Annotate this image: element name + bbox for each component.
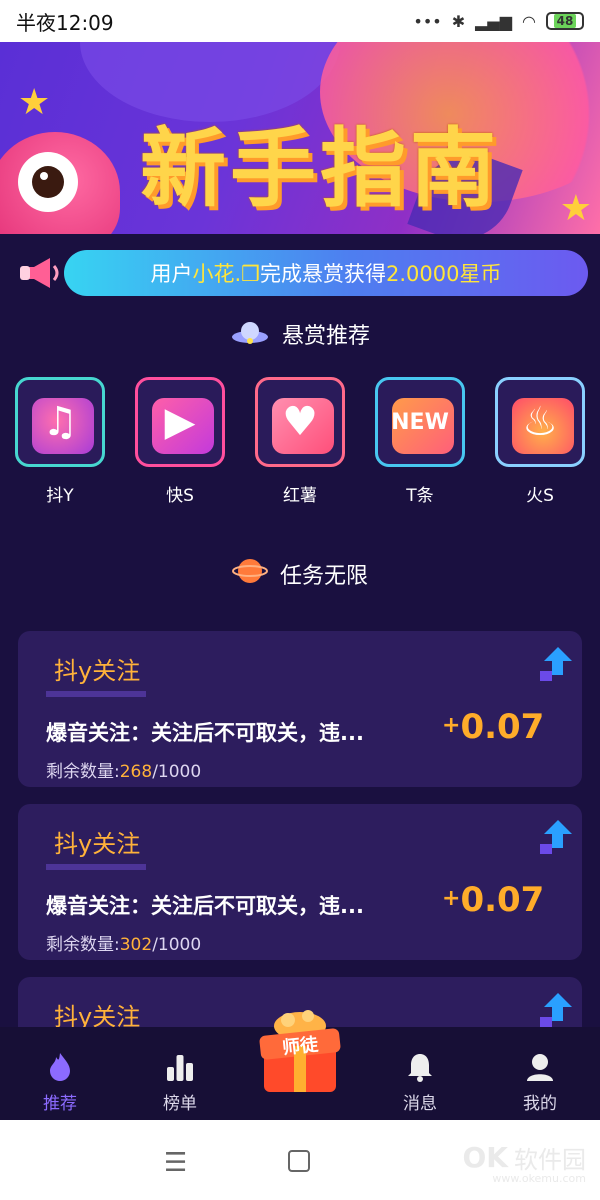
- bluetooth-icon: ✱: [451, 11, 466, 31]
- ufo-icon: [230, 311, 270, 357]
- task-remaining: 剩余数量:302/1000: [46, 935, 202, 955]
- tab-label: 榜单: [163, 1094, 197, 1114]
- task-reward: +0.07: [442, 880, 545, 920]
- new-badge-icon: NEW: [391, 409, 449, 435]
- task-remaining: 剩余数量:268/1000: [46, 762, 202, 782]
- battery-icon: 48: [546, 12, 584, 30]
- app-huoshan[interactable]: ♨ 火S: [495, 377, 585, 506]
- heart-book-icon: ♥: [282, 399, 318, 445]
- arrow-up-icon[interactable]: [536, 818, 574, 856]
- task-tag: 抖y关注: [54, 830, 141, 858]
- flame-icon: [44, 1051, 76, 1083]
- flame-icon: ♨: [522, 399, 558, 445]
- watermark-logo: OK 软件园 www.okemu.com: [462, 1140, 587, 1185]
- task-tag-underline: [46, 691, 146, 697]
- app-tile[interactable]: NEW: [375, 377, 465, 467]
- bell-icon: [404, 1051, 436, 1083]
- status-icons: ••• ✱ ▂▄▆ ◠ 48: [413, 12, 584, 31]
- notice-text: 用户 小花.❒ 完成悬赏获得 2.0000星币: [64, 250, 588, 296]
- tab-messages[interactable]: 消息: [380, 1027, 460, 1120]
- tab-label: 我的: [523, 1094, 557, 1114]
- app-douyin[interactable]: ♫ 抖Y: [15, 377, 105, 506]
- app-label: 火S: [526, 486, 554, 506]
- task-card[interactable]: 抖y关注 爆音关注：关注后不可取关，违... +0.07 剩余数量:302/10…: [18, 804, 582, 960]
- reward-notice: 用户 小花.❒ 完成悬赏获得 2.0000星币: [18, 250, 588, 296]
- signal-icon: ▂▄▆: [475, 11, 513, 31]
- section-tasks-header: 任务无限: [0, 552, 600, 596]
- tab-label: 推荐: [43, 1094, 77, 1114]
- app-kuaishou[interactable]: ▶ 快S: [135, 377, 225, 506]
- watermark-ok: OK: [462, 1141, 509, 1174]
- app-label: 红薯: [283, 486, 317, 506]
- section-reward-header: 悬赏推荐: [0, 312, 600, 356]
- app-hongshu[interactable]: ♥ 红薯: [255, 377, 345, 506]
- section-tasks-title: 任务无限: [279, 564, 368, 589]
- task-description: 爆音关注：关注后不可取关，违...: [46, 721, 364, 745]
- task-tag: 抖y关注: [54, 657, 141, 685]
- megaphone-icon: [18, 254, 66, 292]
- banner-title: 新手指南: [140, 119, 500, 219]
- planet-icon: [231, 553, 268, 595]
- arrow-up-icon[interactable]: [536, 645, 574, 683]
- menu-icon[interactable]: ☰: [164, 1148, 187, 1178]
- app-toutiao[interactable]: NEW T条: [375, 377, 465, 506]
- status-bar: 半夜12:09 ••• ✱ ▂▄▆ ◠ 48: [0, 0, 600, 42]
- chart-icon: [164, 1051, 196, 1083]
- tab-mine[interactable]: 我的: [500, 1027, 580, 1120]
- newbie-guide-banner[interactable]: ★ ★ 新手指南: [0, 42, 600, 234]
- star-icon: ★: [559, 188, 592, 229]
- home-button[interactable]: [288, 1150, 310, 1172]
- app-tile[interactable]: ♥: [255, 377, 345, 467]
- user-icon: [524, 1051, 556, 1083]
- app-tile[interactable]: ▶: [135, 377, 225, 467]
- watermark-text: 软件园: [514, 1146, 586, 1174]
- arrow-up-icon[interactable]: [536, 991, 574, 1029]
- task-tag-underline: [46, 864, 146, 870]
- app-label: T条: [406, 486, 434, 506]
- tab-label: 消息: [403, 1094, 437, 1114]
- app-label: 快S: [166, 486, 194, 506]
- status-time: 半夜12:09: [16, 10, 114, 35]
- star-icon: ★: [18, 82, 51, 123]
- task-reward: +0.07: [442, 707, 545, 747]
- reward-apps: ♫ 抖Y ▶ 快S ♥ 红薯 NEW T条 ♨ 火S: [0, 377, 600, 517]
- app-tile[interactable]: ♫: [15, 377, 105, 467]
- mentor-chest-button[interactable]: 师徒: [250, 1002, 350, 1102]
- app-label: 抖Y: [46, 486, 74, 506]
- watermark-url: www.okemu.com: [492, 1172, 586, 1185]
- section-reward-title: 悬赏推荐: [281, 324, 370, 349]
- monster-mascot: [0, 132, 120, 234]
- app-tile[interactable]: ♨: [495, 377, 585, 467]
- wifi-icon: ◠: [522, 11, 536, 31]
- tab-recommend[interactable]: 推荐: [20, 1027, 100, 1120]
- video-play-icon: ▶: [164, 399, 196, 445]
- more-dots-icon: •••: [413, 11, 442, 31]
- task-card[interactable]: 抖y关注 爆音关注：关注后不可取关，违... +0.07 剩余数量:268/10…: [18, 631, 582, 787]
- music-note-icon: ♫: [42, 399, 78, 445]
- tab-ranking[interactable]: 榜单: [140, 1027, 220, 1120]
- task-description: 爆音关注：关注后不可取关，违...: [46, 894, 364, 918]
